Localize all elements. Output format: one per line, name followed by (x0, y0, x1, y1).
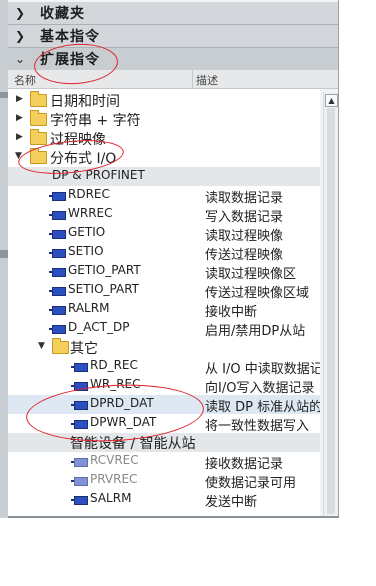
scroll-track[interactable] (327, 108, 335, 514)
list-item[interactable]: RD_REC 从 I/O 中读取数据记录 (8, 357, 320, 377)
column-description-header[interactable]: 描述 (196, 72, 218, 88)
instruction-name: D_ACT_DP (68, 320, 130, 334)
instruction-desc: 读取数据记录 (205, 191, 284, 206)
function-block-icon (49, 268, 66, 277)
function-block-icon (71, 363, 88, 372)
folder-icon (52, 338, 69, 354)
favorites-header[interactable]: ❯ 收藏夹 (8, 2, 338, 25)
expand-arrow-icon[interactable]: ▶ (16, 132, 26, 142)
instruction-name: RDREC (68, 187, 110, 201)
list-item[interactable]: SALRM 发送中断 (8, 490, 320, 510)
instruction-desc: 向I/O写入数据记录 (205, 381, 315, 396)
chevron-down-icon: ⌄ (14, 52, 26, 66)
column-name-header[interactable]: 名称 (14, 72, 36, 88)
folder-icon (30, 91, 47, 107)
list-item[interactable]: PRVREC 使数据记录可用 (8, 471, 320, 491)
collapse-arrow-icon[interactable]: ▼ (38, 341, 48, 351)
instruction-name: SALRM (90, 491, 132, 505)
function-block-icon (49, 211, 66, 220)
list-item[interactable]: D_ACT_DP 启用/禁用DP从站 (8, 319, 320, 339)
instruction-desc: 接收数据记录 (205, 457, 284, 472)
instruction-desc: 接收中断 (205, 305, 258, 320)
tree-item-others[interactable]: ▼ 其它 (8, 338, 320, 357)
list-item[interactable]: RALRM 接收中断 (8, 300, 320, 320)
tree-item-label: 日期和时间 (50, 94, 120, 110)
instruction-desc: 使数据记录可用 (205, 476, 297, 491)
instruction-desc: 发送中断 (205, 495, 258, 510)
instruction-name: RALRM (68, 301, 110, 315)
list-item[interactable]: SETIO_PART 传送过程映像区域 (8, 281, 320, 301)
folder-icon (30, 129, 47, 145)
instruction-name: PRVREC (90, 472, 138, 486)
column-separator[interactable] (192, 70, 193, 88)
instruction-name: RCVREC (90, 453, 139, 467)
instruction-name: WRREC (68, 206, 113, 220)
gutter-notch (0, 92, 8, 98)
basic-instructions-title: 基本指令 (40, 29, 100, 45)
expand-arrow-icon[interactable]: ▶ (16, 94, 26, 104)
favorites-title: 收藏夹 (40, 6, 85, 22)
instruction-desc: 从 I/O 中读取数据记录 (205, 362, 320, 377)
chevron-right-icon: ❯ (14, 29, 26, 43)
instruction-name: SETIO_PART (68, 282, 139, 296)
function-block-icon (49, 230, 66, 239)
instruction-name: RD_REC (90, 358, 138, 372)
instruction-desc: 读取 DP 标准从站的一致性数据 (205, 400, 320, 415)
list-item[interactable]: RDREC 读取数据记录 (8, 186, 320, 206)
tree-item-label: 其它 (70, 341, 98, 357)
instruction-desc: 传送过程映像 (205, 248, 284, 263)
instruction-desc: 传送过程映像区域 (205, 286, 310, 301)
list-item[interactable]: SETIO 传送过程映像 (8, 243, 320, 263)
list-item[interactable]: GETIO_PART 读取过程映像区 (8, 262, 320, 282)
instruction-desc: 将一致性数据写入 (205, 419, 310, 434)
function-block-icon (71, 477, 88, 486)
scroll-up-icon[interactable]: ▲ (325, 94, 338, 107)
folder-icon (30, 110, 47, 126)
instruction-desc: 读取过程映像 (205, 229, 284, 244)
chevron-right-icon: ❯ (14, 6, 26, 20)
list-item[interactable]: GETIO 读取过程映像 (8, 224, 320, 244)
tree-item-datetime[interactable]: ▶ 日期和时间 (8, 91, 320, 110)
function-block-icon (71, 496, 88, 505)
expand-arrow-icon[interactable]: ▶ (16, 113, 26, 123)
function-block-icon (49, 287, 66, 296)
instruction-name: SETIO (68, 244, 104, 258)
panel-bottom-border (8, 516, 339, 518)
function-block-icon (49, 249, 66, 258)
gutter-notch (0, 250, 8, 258)
left-gutter (0, 0, 8, 518)
list-item[interactable]: WRREC 写入数据记录 (8, 205, 320, 225)
tree-item-label: 字符串 + 字符 (50, 113, 141, 129)
function-block-icon (49, 306, 66, 315)
function-block-icon (71, 458, 88, 467)
instruction-name: GETIO (68, 225, 106, 239)
function-block-icon (49, 192, 66, 201)
instruction-desc: 启用/禁用DP从站 (205, 324, 306, 339)
instruction-name: GETIO_PART (68, 263, 141, 277)
instruction-desc: 写入数据记录 (205, 210, 284, 225)
function-block-icon (49, 325, 66, 334)
vertical-scrollbar[interactable]: ▲ (323, 92, 338, 518)
tree-item-string-char[interactable]: ▶ 字符串 + 字符 (8, 110, 320, 129)
list-item[interactable]: RCVREC 接收数据记录 (8, 452, 320, 472)
basic-instructions-header[interactable]: ❯ 基本指令 (8, 25, 338, 48)
instruction-desc: 读取过程映像区 (205, 267, 297, 282)
